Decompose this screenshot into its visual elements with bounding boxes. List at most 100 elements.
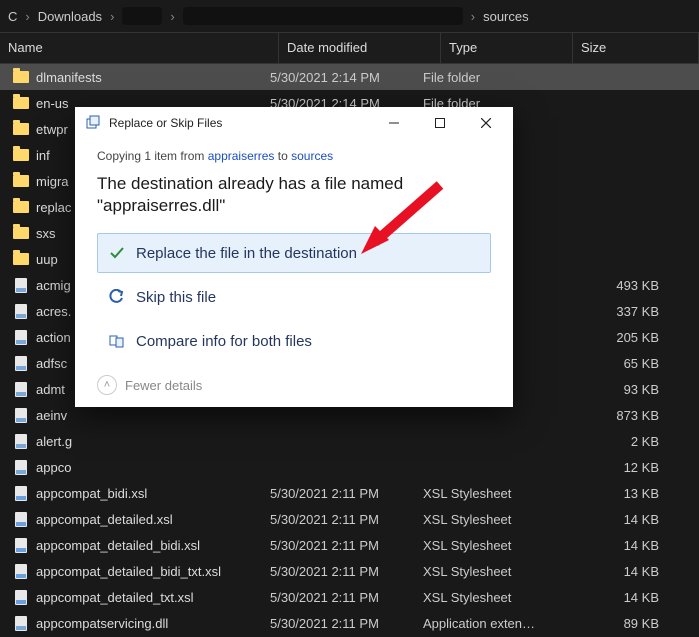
breadcrumb[interactable]: C › Downloads › › › sources xyxy=(0,0,699,32)
close-button[interactable] xyxy=(463,108,509,138)
file-date: 5/30/2021 2:11 PM xyxy=(262,538,415,553)
folder-icon xyxy=(12,225,30,241)
file-size: 14 KB xyxy=(538,512,699,527)
file-row[interactable]: appcompat_detailed_bidi.xsl5/30/2021 2:1… xyxy=(0,532,699,558)
option-skip[interactable]: Skip this file xyxy=(97,277,491,317)
file-name: appcompat_detailed_bidi.xsl xyxy=(36,538,262,553)
file-size: 873 KB xyxy=(538,408,699,423)
check-icon xyxy=(108,244,126,262)
file-name: appcompatservicing.dll xyxy=(36,616,262,631)
file-name: aeinv xyxy=(36,408,262,423)
file-row[interactable]: appcompat_detailed.xsl5/30/2021 2:11 PMX… xyxy=(0,506,699,532)
file-name: appco xyxy=(36,460,262,475)
copy-status: Copying 1 item from appraiserres to sour… xyxy=(97,149,491,163)
file-size: 2 KB xyxy=(538,434,699,449)
xsl-file-icon xyxy=(12,563,30,579)
option-compare[interactable]: Compare info for both files xyxy=(97,321,491,361)
file-name: appcompat_detailed_txt.xsl xyxy=(36,590,262,605)
file-date: 5/30/2021 2:11 PM xyxy=(262,512,415,527)
folder-icon xyxy=(12,69,30,85)
copy-prefix: Copying 1 item from xyxy=(97,149,208,163)
column-size[interactable]: Size xyxy=(573,33,699,63)
file-name: appcompat_detailed.xsl xyxy=(36,512,262,527)
file-row[interactable]: dlmanifests5/30/2021 2:14 PMFile folder xyxy=(0,64,699,90)
folder-icon xyxy=(12,147,30,163)
redacted-segment xyxy=(183,7,463,25)
xsl-file-icon xyxy=(12,537,30,553)
file-type: Application exten… xyxy=(415,616,538,631)
breadcrumb-drive[interactable]: C xyxy=(8,9,17,24)
minimize-button[interactable] xyxy=(371,108,417,138)
folder-icon xyxy=(12,199,30,215)
chevron-up-icon: ˄ xyxy=(97,375,117,395)
file-size: 14 KB xyxy=(538,590,699,605)
maximize-button[interactable] xyxy=(417,108,463,138)
option-replace[interactable]: Replace the file in the destination xyxy=(97,233,491,273)
file-size: 14 KB xyxy=(538,538,699,553)
file-size: 205 KB xyxy=(538,330,699,345)
file-date: 5/30/2021 2:11 PM xyxy=(262,564,415,579)
file-date: 5/30/2021 2:14 PM xyxy=(262,70,415,85)
file-type: File folder xyxy=(415,70,538,85)
file-icon xyxy=(12,355,30,371)
column-type[interactable]: Type xyxy=(441,33,573,63)
chevron-right-icon: › xyxy=(110,9,114,24)
file-icon xyxy=(12,303,30,319)
file-row[interactable]: appcompat_detailed_bidi_txt.xsl5/30/2021… xyxy=(0,558,699,584)
file-row[interactable]: appcompat_detailed_txt.xsl5/30/2021 2:11… xyxy=(0,584,699,610)
file-name: alert.g xyxy=(36,434,262,449)
file-size: 13 KB xyxy=(538,486,699,501)
folder-icon xyxy=(12,95,30,111)
file-date: 5/30/2021 2:11 PM xyxy=(262,486,415,501)
file-date: 5/30/2021 2:11 PM xyxy=(262,616,415,631)
dialog-titlebar[interactable]: Replace or Skip Files xyxy=(75,107,513,139)
file-size: 65 KB xyxy=(538,356,699,371)
file-icon xyxy=(12,329,30,345)
file-icon xyxy=(12,381,30,397)
file-size: 12 KB xyxy=(538,460,699,475)
file-type: XSL Stylesheet xyxy=(415,538,538,553)
option-replace-label: Replace the file in the destination xyxy=(136,245,357,262)
conflict-message: The destination already has a file named… xyxy=(97,173,491,217)
file-type: XSL Stylesheet xyxy=(415,590,538,605)
skip-icon xyxy=(108,288,126,306)
chevron-right-icon: › xyxy=(170,9,174,24)
copy-dialog-icon xyxy=(85,115,101,131)
folder-icon xyxy=(12,251,30,267)
file-size: 337 KB xyxy=(538,304,699,319)
copy-dest-link[interactable]: sources xyxy=(291,149,333,163)
file-size: 89 KB xyxy=(538,616,699,631)
replace-skip-dialog: Replace or Skip Files Copying 1 item fro… xyxy=(75,107,513,407)
compare-icon xyxy=(108,332,126,350)
file-icon xyxy=(12,459,30,475)
chevron-right-icon: › xyxy=(25,9,29,24)
file-name: appcompat_bidi.xsl xyxy=(36,486,262,501)
file-name: appcompat_detailed_bidi_txt.xsl xyxy=(36,564,262,579)
xsl-file-icon xyxy=(12,485,30,501)
xsl-file-icon xyxy=(12,589,30,605)
file-row[interactable]: appcompat_bidi.xsl5/30/2021 2:11 PMXSL S… xyxy=(0,480,699,506)
file-name: dlmanifests xyxy=(36,70,262,85)
option-skip-label: Skip this file xyxy=(136,289,216,306)
breadcrumb-sources[interactable]: sources xyxy=(483,9,529,24)
file-size: 493 KB xyxy=(538,278,699,293)
file-icon xyxy=(12,433,30,449)
file-icon xyxy=(12,407,30,423)
column-headers: Name Date modified Type Size xyxy=(0,32,699,64)
column-date[interactable]: Date modified xyxy=(279,33,441,63)
option-compare-label: Compare info for both files xyxy=(136,333,312,350)
file-icon xyxy=(12,615,30,631)
file-size: 14 KB xyxy=(538,564,699,579)
file-size: 93 KB xyxy=(538,382,699,397)
file-type: XSL Stylesheet xyxy=(415,486,538,501)
dialog-title: Replace or Skip Files xyxy=(109,116,371,130)
chevron-right-icon: › xyxy=(471,9,475,24)
file-row[interactable]: appco 12 KB xyxy=(0,454,699,480)
column-name[interactable]: Name xyxy=(0,33,279,63)
file-row[interactable]: appcompatservicing.dll5/30/2021 2:11 PMA… xyxy=(0,610,699,636)
breadcrumb-downloads[interactable]: Downloads xyxy=(38,9,102,24)
file-row[interactable]: alert.g 2 KB xyxy=(0,428,699,454)
copy-source-link[interactable]: appraiserres xyxy=(208,149,275,163)
fewer-details[interactable]: ˄ Fewer details xyxy=(97,375,491,395)
redacted-segment xyxy=(122,7,162,25)
